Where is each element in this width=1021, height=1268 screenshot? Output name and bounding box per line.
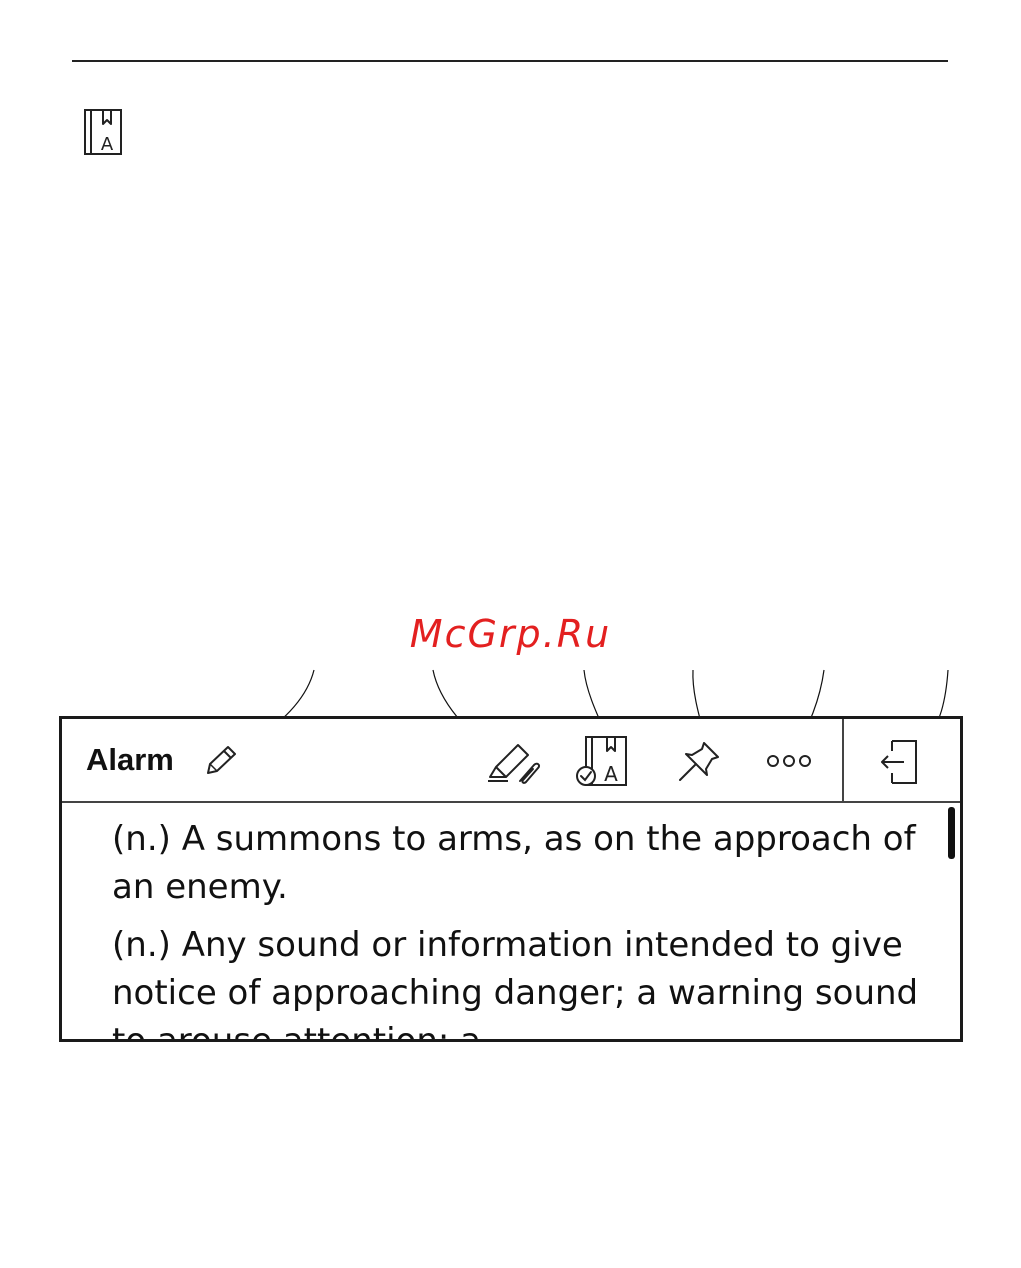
scrollbar[interactable] xyxy=(948,807,955,859)
highlighter-clip-icon[interactable] xyxy=(482,737,544,787)
dictionary-panel: Alarm A (n.) A summons to arms, as on th… xyxy=(59,716,963,1042)
dictionary-check-icon[interactable]: A xyxy=(574,733,630,789)
svg-text:A: A xyxy=(101,134,114,155)
top-divider xyxy=(72,60,948,62)
exit-icon[interactable] xyxy=(878,737,922,787)
definition-item: (n.) A summons to arms, as on the approa… xyxy=(112,819,916,907)
pushpin-icon[interactable] xyxy=(674,739,722,785)
watermark: McGrp.Ru xyxy=(409,612,612,656)
definition-item: (n.) Any sound or information intended t… xyxy=(112,925,919,1042)
dictionary-book-icon: A xyxy=(84,109,122,155)
more-dots-icon[interactable] xyxy=(766,753,812,769)
dictionary-word-title: Alarm xyxy=(86,742,174,777)
pencil-icon[interactable] xyxy=(202,743,240,779)
definition-text: (n.) A summons to arms, as on the approa… xyxy=(112,815,932,1042)
dictionary-toolbar: Alarm A xyxy=(62,719,960,803)
svg-text:A: A xyxy=(604,762,618,786)
toolbar-divider xyxy=(842,719,844,801)
